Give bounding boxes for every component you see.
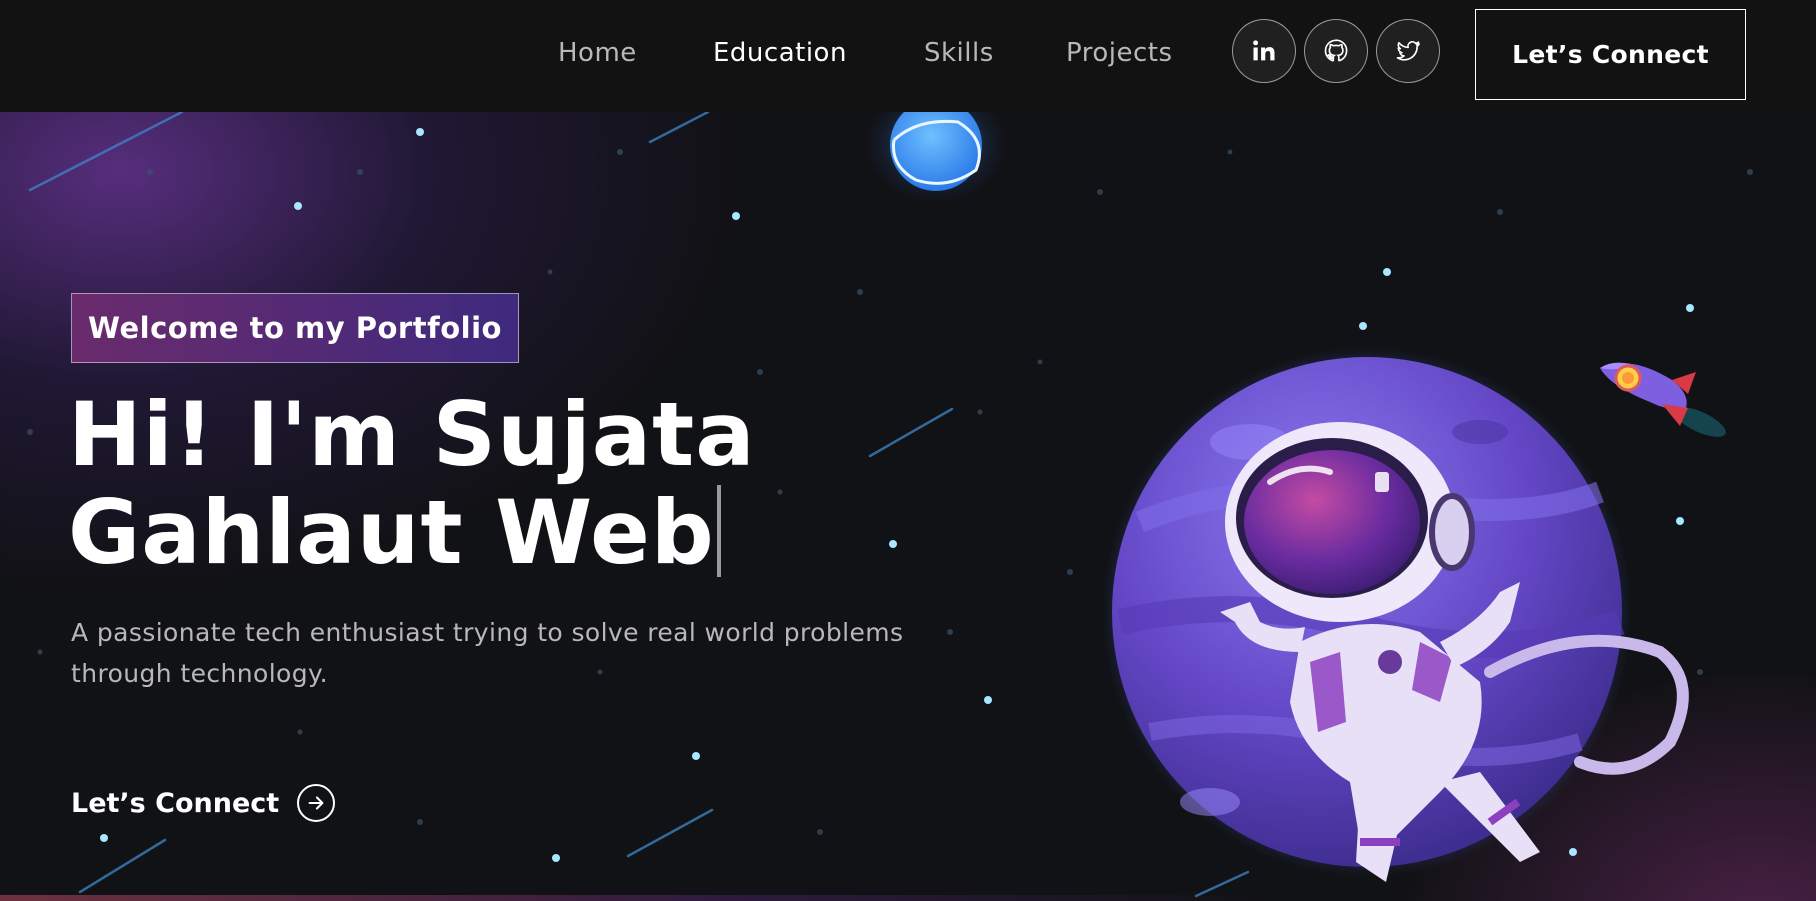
github-button[interactable] [1304, 19, 1368, 83]
nav-link-projects[interactable]: Projects [1066, 38, 1173, 68]
nav-links: Home Education Skills Projects Let’s Con… [0, 0, 1816, 112]
hero-connect-label: Let’s Connect [71, 787, 280, 819]
portfolio-page: Home Education Skills Projects Let’s Con… [0, 0, 1816, 901]
linkedin-button[interactable] [1232, 19, 1296, 83]
headline-line-1: Hi! I'm Sujata [68, 383, 756, 486]
twitter-button[interactable] [1376, 19, 1440, 83]
headline-line-2: Gahlaut Web [68, 481, 715, 584]
linkedin-icon [1253, 40, 1275, 61]
nav-connect-button[interactable]: Let’s Connect [1475, 9, 1746, 100]
hero-banner: Welcome to my Portfolio Hi! I'm Sujata G… [0, 112, 1816, 901]
nav-link-home[interactable]: Home [558, 38, 637, 68]
bottom-gradient-edge [0, 895, 1816, 901]
astronaut-planet-illustration [1102, 347, 1689, 882]
hero-connect-link[interactable]: Let’s Connect [71, 780, 336, 826]
github-icon [1324, 39, 1348, 62]
twitter-icon [1396, 41, 1420, 61]
nav-link-skills[interactable]: Skills [924, 38, 994, 68]
navbar: Home Education Skills Projects Let’s Con… [0, 0, 1816, 112]
welcome-badge: Welcome to my Portfolio [71, 293, 519, 363]
small-blue-planet [864, 112, 1008, 210]
hero-headline: Hi! I'm Sujata Gahlaut Web [68, 386, 828, 582]
typing-cursor [716, 485, 721, 577]
arrow-right-circle-icon [297, 784, 336, 822]
nav-link-education[interactable]: Education [713, 38, 847, 68]
hero-description: A passionate tech enthusiast trying to s… [71, 618, 904, 688]
